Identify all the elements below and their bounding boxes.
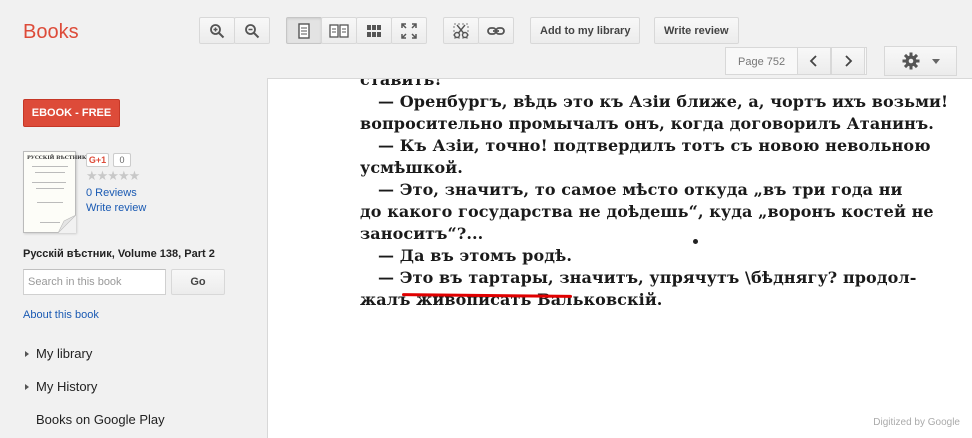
rating-stars[interactable]: ★★★★★ bbox=[86, 168, 140, 184]
app-brand[interactable]: Books bbox=[23, 21, 79, 44]
sidebar: EBOOK - FREE РУССКIЙ ВѢСТНИКЪ G+1 0 ★★★★… bbox=[0, 78, 267, 438]
page-line: — Да въ этомъ родѣ. bbox=[378, 246, 573, 265]
search-in-book-input[interactable] bbox=[23, 269, 166, 295]
fullscreen-icon bbox=[401, 22, 417, 39]
book-cover-thumbnail[interactable]: РУССКIЙ ВѢСТНИКЪ bbox=[23, 151, 91, 233]
gear-icon bbox=[902, 52, 919, 70]
ebook-free-button[interactable]: EBOOK - FREE bbox=[23, 99, 120, 127]
page-line: усмѣшкой. bbox=[360, 158, 463, 177]
top-bar: Books Add to my library Write review Pag… bbox=[0, 0, 972, 78]
add-to-library-button[interactable]: Add to my library bbox=[530, 17, 641, 44]
caret-down-icon bbox=[931, 58, 940, 64]
search-go-button[interactable]: Go bbox=[171, 269, 225, 295]
two-page-view-button[interactable] bbox=[321, 17, 357, 44]
sidebar-item-label: My History bbox=[36, 379, 98, 394]
write-review-button[interactable]: Write review bbox=[654, 17, 739, 44]
link-icon bbox=[487, 26, 505, 35]
page-line: заноситъ“?... bbox=[360, 224, 484, 243]
page-line: — Оренбургъ, вѣдь это къ Азіи ближе, а, … bbox=[378, 92, 949, 111]
triangle-right-icon bbox=[25, 350, 29, 357]
cover-title: РУССКIЙ ВѢСТНИКЪ bbox=[27, 155, 92, 161]
page-line: вопросительно промычалъ онъ, когда догов… bbox=[360, 114, 934, 133]
grid-icon bbox=[367, 24, 381, 37]
settings-button[interactable] bbox=[884, 46, 957, 76]
single-page-view-button[interactable] bbox=[286, 17, 322, 44]
page-line: — Это въ тартары, значитъ, упрячутъ \бѣд… bbox=[378, 268, 917, 287]
google-plus-one-button[interactable]: G+1 bbox=[86, 153, 109, 167]
previous-page-button[interactable] bbox=[797, 47, 831, 75]
zoom-out-button[interactable] bbox=[234, 17, 270, 44]
scanned-page-text: ставить!“ — Оренбургъ, вѣдь это къ Азіи … bbox=[360, 78, 949, 311]
scissors-icon bbox=[453, 23, 469, 38]
page-line: — Къ Азіи, точно! подтвердилъ тотъ съ но… bbox=[378, 136, 931, 155]
plus-one-count: 0 bbox=[113, 153, 131, 167]
reviews-link[interactable]: 0 Reviews bbox=[86, 187, 137, 199]
sidebar-item-my-library[interactable]: My library bbox=[25, 346, 92, 361]
thumbnail-view-button[interactable] bbox=[356, 17, 392, 44]
page-line: до какого государства не доѣдешь“, куда … bbox=[360, 202, 934, 221]
two-page-icon bbox=[329, 23, 349, 38]
fullscreen-button[interactable] bbox=[391, 17, 427, 44]
zoom-in-button[interactable] bbox=[199, 17, 235, 44]
page-navigator: Page 752 bbox=[725, 47, 867, 75]
digitized-by-google: Digitized by Google bbox=[873, 417, 960, 428]
zoom-out-icon bbox=[245, 23, 260, 38]
book-title: Русскій вѣстник, Volume 138, Part 2 bbox=[23, 248, 215, 260]
single-page-icon bbox=[298, 22, 310, 39]
page-line: ставить!“ bbox=[360, 78, 451, 89]
sidebar-item-books-on-google-play[interactable]: Books on Google Play bbox=[36, 412, 165, 427]
sidebar-item-label: My library bbox=[36, 346, 93, 361]
sidebar-item-label: Books on Google Play bbox=[36, 412, 165, 427]
sidebar-item-my-history[interactable]: My History bbox=[25, 379, 97, 394]
write-review-link[interactable]: Write review bbox=[86, 202, 146, 214]
page-number: Page 752 bbox=[738, 56, 786, 68]
triangle-right-icon bbox=[25, 383, 29, 390]
page-line: жалъ живописать Вальковскій. bbox=[360, 290, 663, 309]
clip-button[interactable] bbox=[443, 17, 479, 44]
page-curl-icon bbox=[58, 215, 76, 233]
next-page-button[interactable] bbox=[831, 47, 865, 75]
zoom-in-icon bbox=[210, 23, 225, 38]
scan-speck bbox=[693, 239, 698, 244]
chevron-right-icon bbox=[845, 55, 853, 67]
link-button[interactable] bbox=[478, 17, 514, 44]
chevron-left-icon bbox=[809, 55, 817, 67]
page-line: — Это, значитъ, то самое мѣсто откуда „в… bbox=[378, 180, 903, 199]
book-page-viewer[interactable]: ставить!“ — Оренбургъ, вѣдь это къ Азіи … bbox=[267, 78, 972, 438]
about-book-link[interactable]: About this book bbox=[23, 309, 99, 321]
